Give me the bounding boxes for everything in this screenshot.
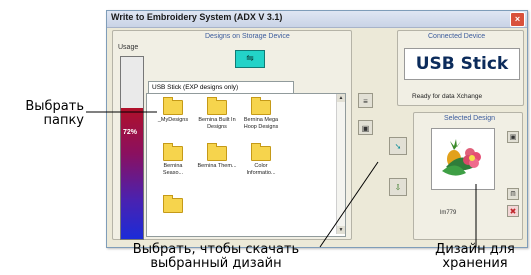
usage-label: Usage: [118, 44, 139, 51]
usage-meter: 72%: [120, 56, 144, 240]
usb-device-icon[interactable]: ⇋: [235, 50, 265, 68]
folder-icon: [163, 143, 183, 161]
list-item-folder[interactable]: [153, 195, 193, 215]
list-item-folder[interactable]: Color Informatio...: [241, 143, 281, 176]
folder-label: Bernina Built In Designs: [198, 117, 236, 130]
design-info-button[interactable]: ▣: [507, 131, 519, 143]
delete-design-button[interactable]: ✖: [507, 205, 519, 217]
usage-meter-fill: [121, 107, 143, 239]
list-item-folder[interactable]: Bernina Mega Hoop Designs: [241, 97, 281, 130]
list-item-folder[interactable]: Bernina Them...: [197, 143, 237, 170]
folder-icon: [163, 97, 183, 115]
view-list-button[interactable]: ≡: [358, 93, 373, 108]
new-folder-button[interactable]: ▣: [358, 120, 373, 135]
list-item-folder[interactable]: _MyDesigns: [153, 97, 193, 124]
binoculars-button[interactable]: ᗰ: [507, 188, 519, 200]
selected-design-thumbnail: [431, 128, 495, 190]
connected-device-caption: Connected Device: [428, 33, 486, 40]
list-item-folder[interactable]: Bernina Seaso...: [153, 143, 193, 176]
close-button[interactable]: ×: [510, 12, 525, 27]
usage-percent: 72%: [123, 129, 138, 136]
folder-icon: [251, 143, 271, 161]
selected-design-name: lm779: [440, 210, 457, 216]
folder-icon: [163, 195, 183, 213]
connected-device-logo: USB Stick: [404, 48, 520, 80]
annotation-select-folder: Выбрать папку: [25, 99, 84, 128]
upload-from-storage-button[interactable]: ⇩: [389, 178, 407, 196]
folder-icon: [207, 97, 227, 115]
folder-label: Bernina Them...: [197, 163, 237, 169]
folder-icon: [207, 143, 227, 161]
folder-label: Bernina Seaso...: [162, 163, 184, 176]
window-title: Write to Embroidery System (ADX V 3.1): [111, 12, 283, 22]
annotation-select-download: Выбрать, чтобы скачать выбранный дизайн: [132, 242, 300, 271]
folder-label: Color Informatio...: [246, 163, 276, 176]
selected-design-caption: Selected Design: [444, 115, 495, 122]
device-status-text: Ready for data Xchange: [412, 93, 483, 100]
design-image: [442, 139, 481, 176]
list-item-folder[interactable]: Bernina Built In Designs: [197, 97, 237, 130]
tab-usb-stick[interactable]: USB Stick (EXP designs only): [148, 81, 294, 93]
folder-label: _MyDesigns: [157, 117, 189, 123]
folder-icon: [251, 97, 271, 115]
title-bar: Write to Embroidery System (ADX V 3.1) ×: [107, 11, 527, 28]
storage-group-caption: Designs on Storage Device: [205, 33, 290, 40]
folder-label: Bernina Mega Hoop Designs: [243, 117, 279, 130]
folder-list-scrollbar[interactable]: ▲ ▼: [336, 94, 345, 234]
scroll-up-button[interactable]: ▲: [337, 94, 345, 102]
scroll-down-button[interactable]: ▼: [337, 226, 345, 234]
annotation-storage-design: Дизайн для хранения: [435, 242, 515, 271]
download-to-storage-button[interactable]: ➘: [389, 137, 407, 155]
folder-list-panel: _MyDesigns Bernina Built In Designs Bern…: [146, 93, 346, 237]
